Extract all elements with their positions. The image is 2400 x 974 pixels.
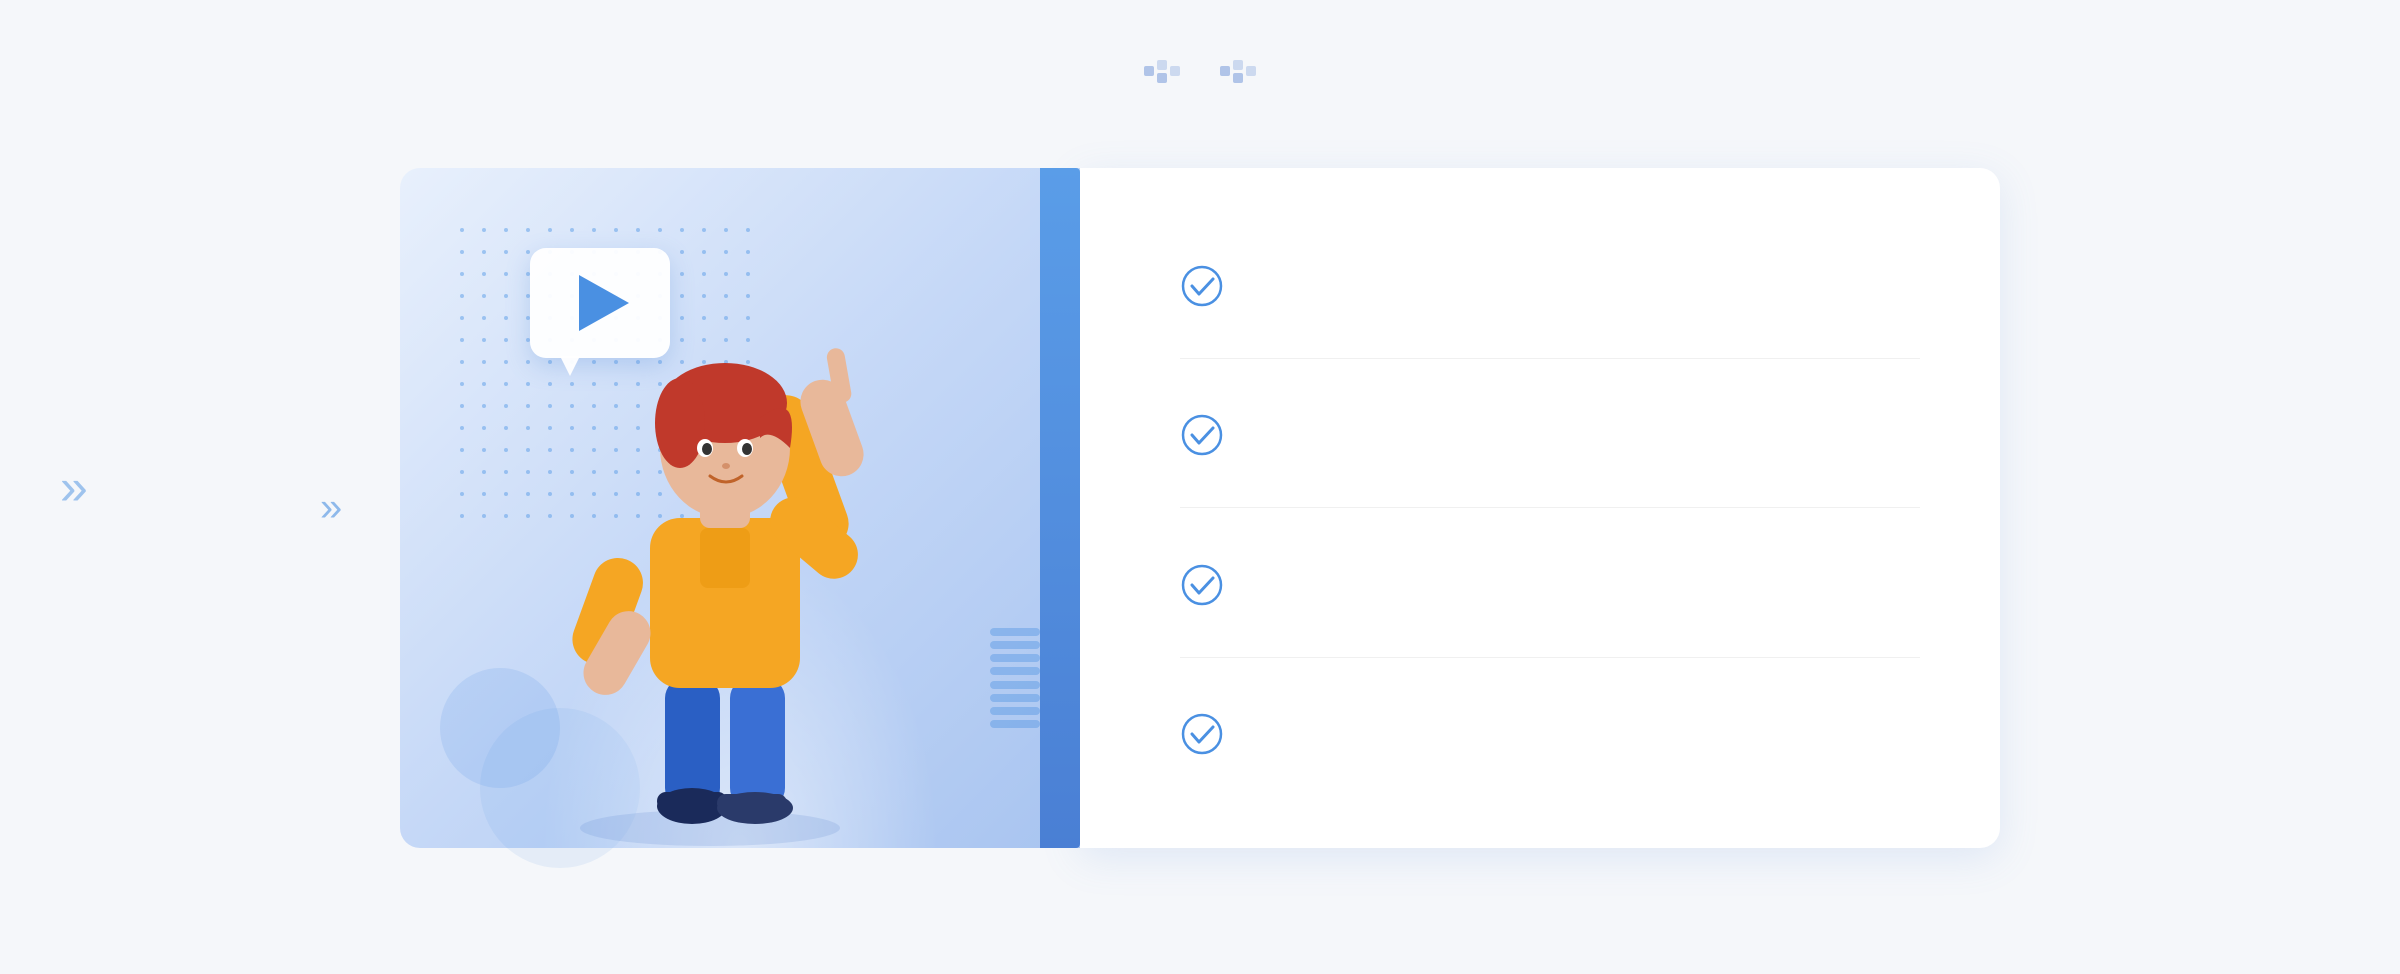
feature-item-1	[1180, 242, 1920, 326]
stripe-line-8	[990, 720, 1040, 728]
page-container: const dotsContainer = document.querySele…	[0, 0, 2400, 974]
feature-icon-1	[1180, 264, 1224, 308]
check-circle-icon-3	[1180, 563, 1224, 607]
stripe-line-3	[990, 654, 1040, 662]
features-panel	[1080, 168, 2000, 848]
stripe-line-4	[990, 667, 1040, 675]
main-content: const dotsContainer = document.querySele…	[400, 168, 2000, 848]
title-decorator-left	[1144, 60, 1180, 90]
check-circle-icon-4	[1180, 712, 1224, 756]
title-decorator-right	[1220, 60, 1256, 90]
feature-icon-3	[1180, 563, 1224, 607]
feature-item-2	[1180, 391, 1920, 475]
header-section	[1144, 60, 1256, 108]
page-left-chevron: »	[60, 458, 88, 516]
feature-icon-4	[1180, 712, 1224, 756]
stripe-decoration	[990, 628, 1040, 728]
feature-item-4	[1180, 690, 1920, 774]
stripe-line-2	[990, 641, 1040, 649]
feature-item-3	[1180, 541, 1920, 625]
stripe-line-5	[990, 681, 1040, 689]
stripe-line-6	[990, 694, 1040, 702]
check-circle-icon-1	[1180, 264, 1224, 308]
check-circle-icon-2	[1180, 413, 1224, 457]
feature-divider-2	[1180, 507, 1920, 508]
feature-divider-3	[1180, 657, 1920, 658]
title-row	[1144, 60, 1256, 90]
stripe-line-1	[990, 628, 1040, 636]
character-illustration	[500, 248, 920, 848]
illustration-area: const dotsContainer = document.querySele…	[400, 168, 1080, 848]
chevron-left-icon: »	[320, 486, 342, 531]
left-chevrons: »	[320, 486, 342, 531]
feature-icon-2	[1180, 413, 1224, 457]
blue-strip	[1040, 168, 1080, 848]
stripe-line-7	[990, 707, 1040, 715]
feature-divider-1	[1180, 358, 1920, 359]
